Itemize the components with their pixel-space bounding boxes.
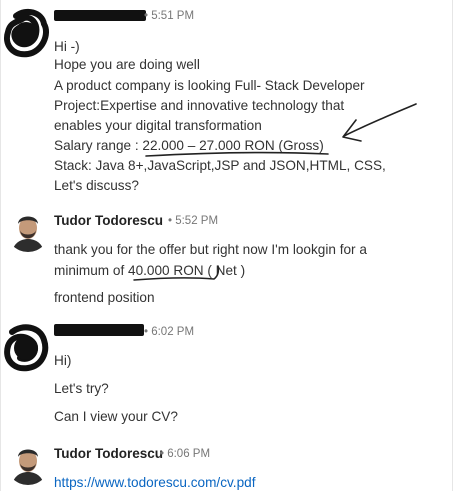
message-text-line: minimum of 40.000 RON ( Net ) <box>54 263 246 278</box>
message-text-line: Let's try? <box>54 381 109 396</box>
redacted-sender-name <box>54 10 146 21</box>
message-text-line: Can I view your CV? <box>54 409 178 424</box>
message-text-line: A product company is looking Full- Stack… <box>54 78 365 93</box>
message-text-line: enables your digital transformation <box>54 118 262 133</box>
message-text-line: frontend position <box>54 290 155 305</box>
message-text-line: Stack: Java 8+,JavaScript,JSP and JSON,H… <box>54 158 386 173</box>
redacted-avatar <box>4 8 49 58</box>
message-text-line: Hope you are doing well <box>54 57 200 72</box>
sender-name[interactable]: Tudor Todorescu <box>54 446 163 461</box>
message-timestamp: • 5:52 PM <box>168 215 219 227</box>
cv-link[interactable]: https://www.todorescu.com/cv.pdf <box>54 474 255 491</box>
message-text-line: Hi -) <box>54 39 80 54</box>
sender-name[interactable]: Tudor Todorescu <box>54 213 163 228</box>
message-text-line: thank you for the offer but right now I'… <box>54 242 367 257</box>
avatar <box>6 208 50 252</box>
message-text-line: Salary range : 22.000 – 27.000 RON (Gros… <box>54 138 324 153</box>
message-timestamp: • 6:06 PM <box>160 448 211 460</box>
avatar <box>6 441 50 485</box>
message-text-line: Project:Expertise and innovative technol… <box>54 98 345 113</box>
message-text-line: Let's discuss? <box>54 178 139 193</box>
redacted-sender-name <box>54 324 144 336</box>
redacted-avatar <box>4 324 49 372</box>
message-timestamp: • 6:02 PM <box>144 326 195 338</box>
message-timestamp: • 5:51 PM <box>144 10 195 22</box>
message-text-line: Hi) <box>54 353 72 368</box>
